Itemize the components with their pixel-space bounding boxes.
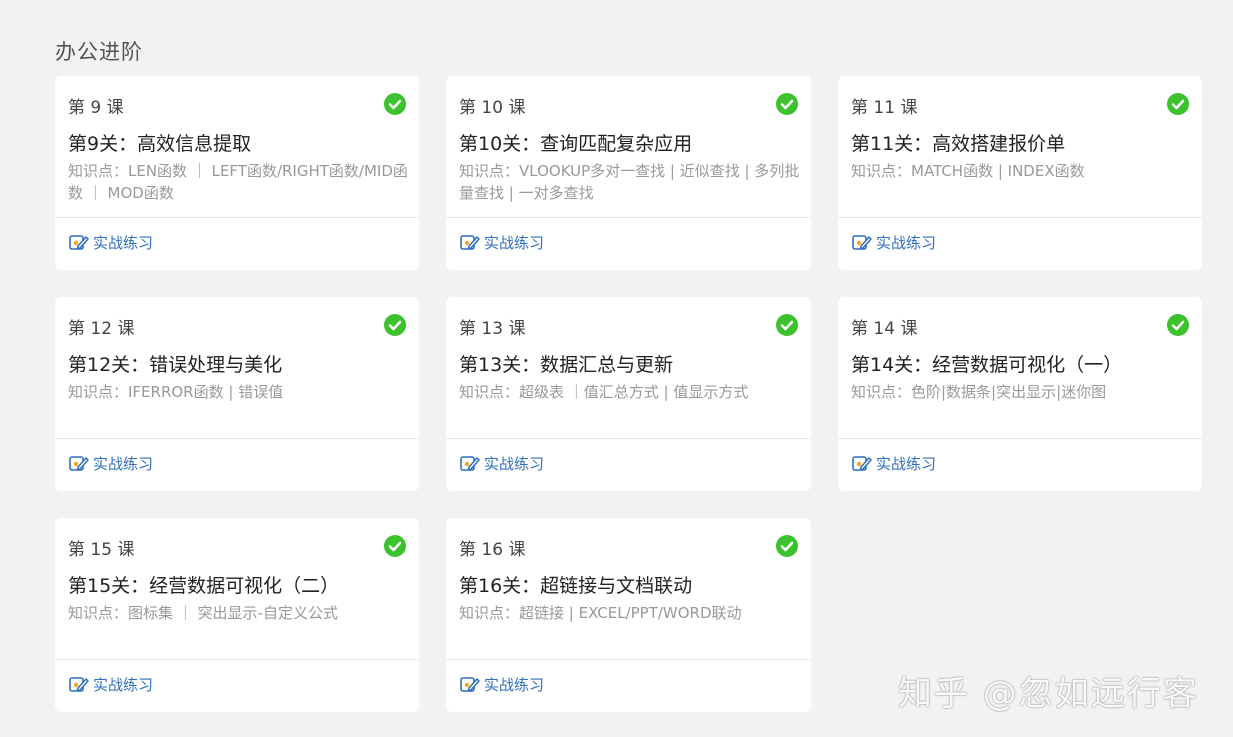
practice-edit-icon [852,456,872,471]
practice-link[interactable]: 实战练习 [68,453,153,474]
knowledge-points: 知识点：LEN函数 ｜ LEFT函数/RIGHT函数/MID函数 ｜ MOD函数 [68,162,408,202]
lesson-card[interactable]: 第 10 课 第10关：查询匹配复杂应用 知识点：VLOOKUP多对一查找 | … [446,76,811,270]
lesson-grid: 第 9 课 第9关：高效信息提取 知识点：LEN函数 ｜ LEFT函数/RIGH… [55,76,1202,712]
practice-label: 实战练习 [484,234,545,252]
practice-edit-icon [460,456,480,471]
lesson-number: 第 11 课 [851,98,918,118]
check-circle-icon [384,93,406,115]
practice-link[interactable]: 实战练习 [851,232,936,253]
lesson-title[interactable]: 第11关：高效搭建报价单 [851,129,1192,156]
card-footer: 实战练习 [838,217,1202,270]
check-circle-icon [776,314,798,336]
card-footer: 实战练习 [55,217,419,270]
practice-link[interactable]: 实战练习 [68,674,153,695]
practice-label: 实战练习 [93,455,154,473]
lesson-title[interactable]: 第16关：超链接与文档联动 [459,571,801,598]
practice-link[interactable]: 实战练习 [459,453,544,474]
knowledge-points: 知识点：VLOOKUP多对一查找 | 近似查找 | 多列批量查找 | 一对多查找 [459,162,800,202]
check-circle-icon [384,314,406,336]
practice-link[interactable]: 实战练习 [68,232,153,253]
card-footer: 实战练习 [838,438,1202,491]
lesson-number: 第 10 课 [459,98,526,118]
practice-edit-icon [69,235,89,250]
knowledge-points: 知识点：图标集 ｜ 突出显示-自定义公式 [68,604,338,622]
check-circle-icon [776,535,798,557]
knowledge-points: 知识点：MATCH函数 | INDEX函数 [851,162,1085,180]
knowledge-points: 知识点：色阶|数据条|突出显示|迷你图 [851,383,1107,401]
card-footer: 实战练习 [446,659,811,712]
card-footer: 实战练习 [446,438,811,491]
lesson-number: 第 15 课 [68,540,135,560]
check-circle-icon [776,93,798,115]
lesson-card[interactable]: 第 14 课 第14关：经营数据可视化（一） 知识点：色阶|数据条|突出显示|迷… [838,297,1202,491]
watermark: 知乎 @忽如远行客 [898,674,1199,714]
knowledge-points: 知识点：超链接 | EXCEL/PPT/WORD联动 [459,604,742,622]
lesson-title[interactable]: 第15关：经营数据可视化（二） [68,571,409,598]
practice-label: 实战练习 [484,455,545,473]
check-circle-icon [384,535,406,557]
lesson-number: 第 13 课 [459,319,526,339]
lesson-title[interactable]: 第12关：错误处理与美化 [68,350,409,377]
practice-edit-icon [460,235,480,250]
practice-edit-icon [69,677,89,692]
lesson-card[interactable]: 第 15 课 第15关：经营数据可视化（二） 知识点：图标集 ｜ 突出显示-自定… [55,518,419,712]
lesson-number: 第 9 课 [68,98,124,118]
knowledge-points: 知识点：IFERROR函数 | 错误值 [68,383,284,401]
lesson-card[interactable]: 第 13 课 第13关：数据汇总与更新 知识点：超级表 ｜值汇总方式 | 值显示… [446,297,811,491]
practice-label: 实战练习 [876,455,937,473]
lesson-card[interactable]: 第 12 课 第12关：错误处理与美化 知识点：IFERROR函数 | 错误值 … [55,297,419,491]
lesson-card[interactable]: 第 9 课 第9关：高效信息提取 知识点：LEN函数 ｜ LEFT函数/RIGH… [55,76,419,270]
practice-edit-icon [69,456,89,471]
practice-label: 实战练习 [876,234,937,252]
check-circle-icon [1167,93,1189,115]
practice-link[interactable]: 实战练习 [459,674,544,695]
practice-label: 实战练习 [484,676,545,694]
section-title: 办公进阶 [55,40,143,64]
practice-link[interactable]: 实战练习 [459,232,544,253]
practice-edit-icon [852,235,872,250]
check-circle-icon [1167,314,1189,336]
lesson-title[interactable]: 第13关：数据汇总与更新 [459,350,801,377]
practice-label: 实战练习 [93,676,154,694]
lesson-card[interactable]: 第 16 课 第16关：超链接与文档联动 知识点：超链接 | EXCEL/PPT… [446,518,811,712]
lesson-title[interactable]: 第9关：高效信息提取 [68,129,409,156]
lesson-number: 第 16 课 [459,540,526,560]
lesson-title[interactable]: 第14关：经营数据可视化（一） [851,350,1192,377]
lesson-title[interactable]: 第10关：查询匹配复杂应用 [459,129,801,156]
knowledge-points: 知识点：超级表 ｜值汇总方式 | 值显示方式 [459,383,749,401]
lesson-card[interactable]: 第 11 课 第11关：高效搭建报价单 知识点：MATCH函数 | INDEX函… [838,76,1202,270]
card-footer: 实战练习 [446,217,811,270]
card-footer: 实战练习 [55,438,419,491]
lesson-number: 第 12 课 [68,319,135,339]
lesson-number: 第 14 课 [851,319,918,339]
practice-edit-icon [460,677,480,692]
card-footer: 实战练习 [55,659,419,712]
practice-label: 实战练习 [93,234,154,252]
practice-link[interactable]: 实战练习 [851,453,936,474]
